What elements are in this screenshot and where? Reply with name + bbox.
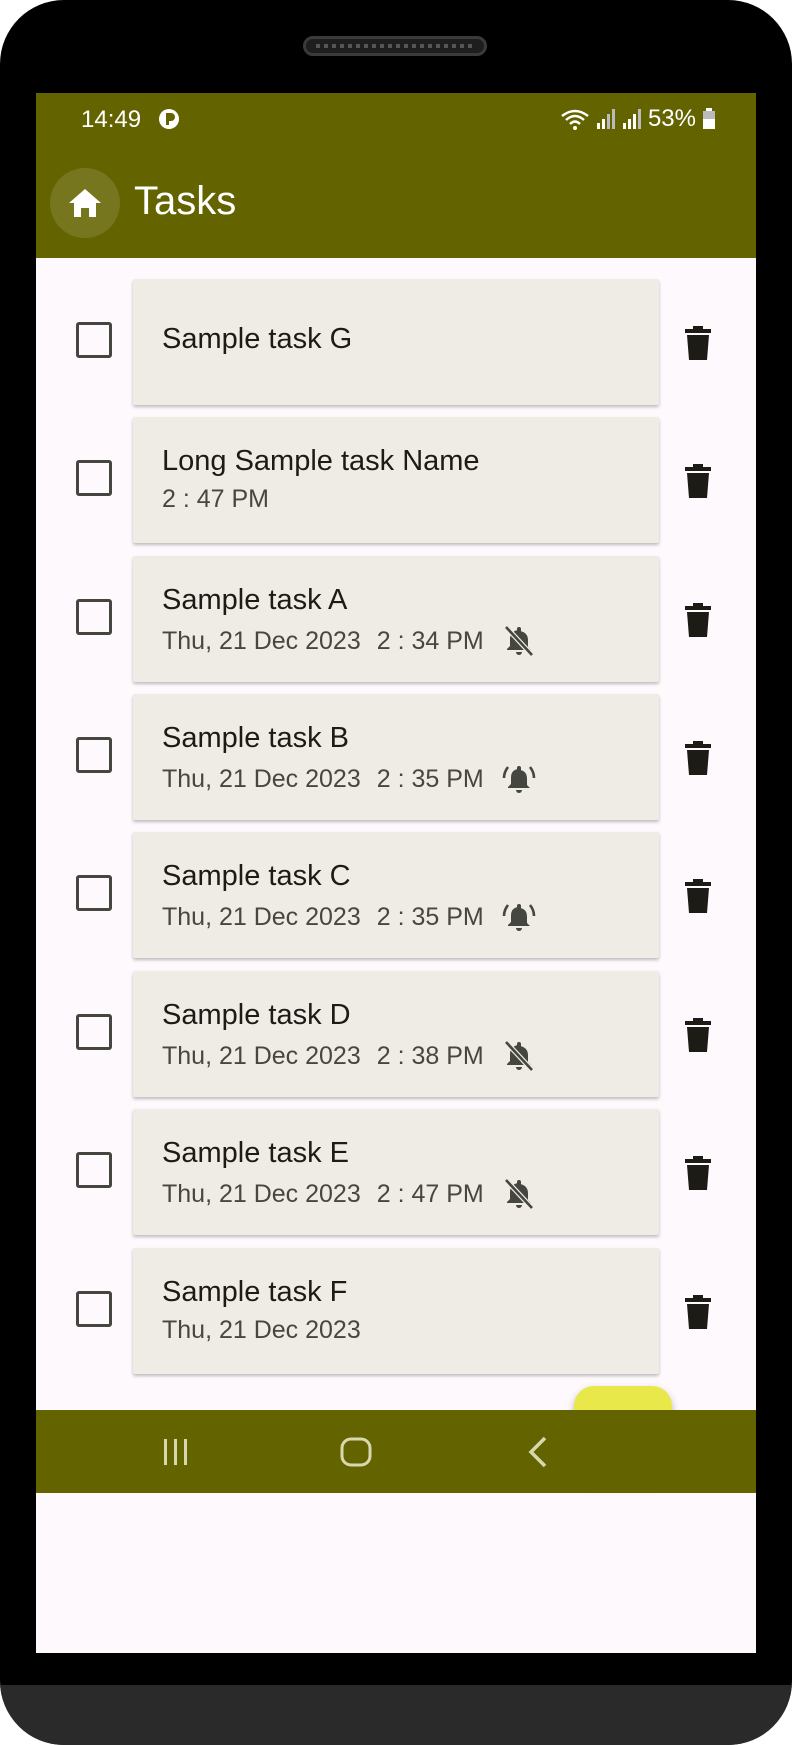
task-meta: 2 : 47 PM [162, 485, 269, 514]
task-card[interactable]: Sample task G [133, 279, 659, 405]
task-meta: Thu, 21 Dec 2023 2 : 38 PM [162, 1039, 536, 1073]
task-row: Sample task B Thu, 21 Dec 2023 2 : 35 PM [36, 694, 756, 822]
task-row: Sample task G [36, 279, 756, 407]
task-row: Sample task A Thu, 21 Dec 2023 2 : 34 PM [36, 556, 756, 684]
task-checkbox[interactable] [76, 322, 112, 358]
status-bar: 14:49 53% [36, 93, 756, 153]
status-right-group: 53% [560, 105, 716, 133]
earpiece-speaker [303, 36, 487, 56]
home-icon [69, 189, 101, 217]
task-date: Thu, 21 Dec 2023 [162, 1179, 361, 1208]
page-title: Tasks [134, 179, 237, 223]
task-row: Sample task E Thu, 21 Dec 2023 2 : 47 PM [36, 1109, 756, 1237]
task-card[interactable]: Sample task C Thu, 21 Dec 2023 2 : 35 PM [133, 832, 659, 958]
bell-off-icon[interactable] [502, 1177, 536, 1211]
task-checkbox[interactable] [76, 1152, 112, 1188]
battery-percent: 53% [647, 105, 696, 132]
system-home-button[interactable] [334, 1430, 378, 1474]
task-checkbox[interactable] [76, 737, 112, 773]
phone-chin [0, 1685, 792, 1745]
task-date: Thu, 21 Dec 2023 [162, 902, 361, 931]
bell-ringing-icon[interactable] [502, 762, 536, 796]
delete-icon[interactable] [685, 879, 711, 913]
task-name: Sample task C [162, 860, 351, 892]
task-time: 2 : 34 PM [376, 626, 484, 655]
task-meta: Thu, 21 Dec 2023 2 : 47 PM [162, 1177, 536, 1211]
task-name: Sample task G [162, 323, 353, 355]
delete-icon[interactable] [685, 1018, 711, 1052]
task-time: 2 : 35 PM [376, 764, 484, 793]
battery-icon [703, 108, 715, 129]
task-date: Thu, 21 Dec 2023 [162, 1041, 361, 1070]
task-date: Thu, 21 Dec 2023 [162, 626, 361, 655]
task-name: Sample task D [162, 999, 351, 1031]
task-checkbox[interactable] [76, 1291, 112, 1327]
task-meta: Thu, 21 Dec 2023 2 : 34 PM [162, 624, 536, 658]
task-name: Sample task B [162, 722, 349, 754]
screen: 14:49 53% Tasks Sample task G Long Sampl… [36, 93, 756, 1653]
delete-icon[interactable] [685, 464, 711, 498]
task-row: Sample task C Thu, 21 Dec 2023 2 : 35 PM [36, 832, 756, 960]
task-time: 2 : 35 PM [376, 902, 484, 931]
task-name: Sample task E [162, 1137, 349, 1169]
task-time: 2 : 47 PM [376, 1179, 484, 1208]
delete-icon[interactable] [685, 741, 711, 775]
task-card[interactable]: Sample task A Thu, 21 Dec 2023 2 : 34 PM [133, 556, 659, 682]
task-name: Long Sample task Name [162, 445, 480, 477]
task-row: Long Sample task Name 2 : 47 PM [36, 417, 756, 545]
delete-icon[interactable] [685, 1156, 711, 1190]
task-list[interactable]: Sample task G Long Sample task Name 2 : 47… [36, 258, 756, 1503]
task-name: Sample task F [162, 1276, 348, 1308]
task-row: Sample task D Thu, 21 Dec 2023 2 : 38 PM [36, 971, 756, 1099]
home-nav-icon [340, 1437, 372, 1467]
notification-app-icon [159, 109, 179, 129]
signal-icon [596, 109, 615, 129]
task-meta: Thu, 21 Dec 2023 2 : 35 PM [162, 900, 536, 934]
status-time: 14:49 [81, 106, 142, 133]
task-time: 2 : 47 PM [162, 485, 269, 513]
system-back-button[interactable] [516, 1430, 560, 1474]
bell-off-icon[interactable] [502, 1039, 536, 1073]
delete-icon[interactable] [685, 1295, 711, 1329]
top-app-bar: 14:49 53% Tasks [36, 93, 756, 258]
task-checkbox[interactable] [76, 1014, 112, 1050]
task-date: Thu, 21 Dec 2023 [162, 764, 361, 793]
task-checkbox[interactable] [76, 875, 112, 911]
back-icon [528, 1436, 547, 1468]
phone-frame: 14:49 53% Tasks Sample task G Long Sampl… [0, 0, 792, 1745]
task-checkbox[interactable] [76, 599, 112, 635]
task-time: 2 : 38 PM [376, 1041, 484, 1070]
bell-off-icon[interactable] [502, 624, 536, 658]
home-button[interactable] [50, 168, 120, 238]
task-meta: Thu, 21 Dec 2023 [162, 1316, 377, 1345]
task-name: Sample task A [162, 584, 348, 616]
task-checkbox[interactable] [76, 460, 112, 496]
recent-apps-button[interactable] [154, 1430, 198, 1474]
delete-icon[interactable] [685, 603, 711, 637]
task-date: Thu, 21 Dec 2023 [162, 1316, 361, 1344]
recent-apps-icon [164, 1439, 187, 1465]
task-card[interactable]: Sample task E Thu, 21 Dec 2023 2 : 47 PM [133, 1109, 659, 1235]
wifi-icon [561, 109, 589, 130]
bell-ringing-icon[interactable] [502, 900, 536, 934]
task-row: Sample task F Thu, 21 Dec 2023 [36, 1248, 756, 1376]
task-card[interactable]: Long Sample task Name 2 : 47 PM [133, 417, 659, 543]
task-card[interactable]: Sample task B Thu, 21 Dec 2023 2 : 35 PM [133, 694, 659, 820]
task-card[interactable]: Sample task D Thu, 21 Dec 2023 2 : 38 PM [133, 971, 659, 1097]
delete-icon[interactable] [685, 326, 711, 360]
task-meta: Thu, 21 Dec 2023 2 : 35 PM [162, 762, 536, 796]
system-navigation-bar [36, 1410, 756, 1493]
signal-icon-2 [622, 109, 641, 129]
task-card[interactable]: Sample task F Thu, 21 Dec 2023 [133, 1248, 659, 1374]
